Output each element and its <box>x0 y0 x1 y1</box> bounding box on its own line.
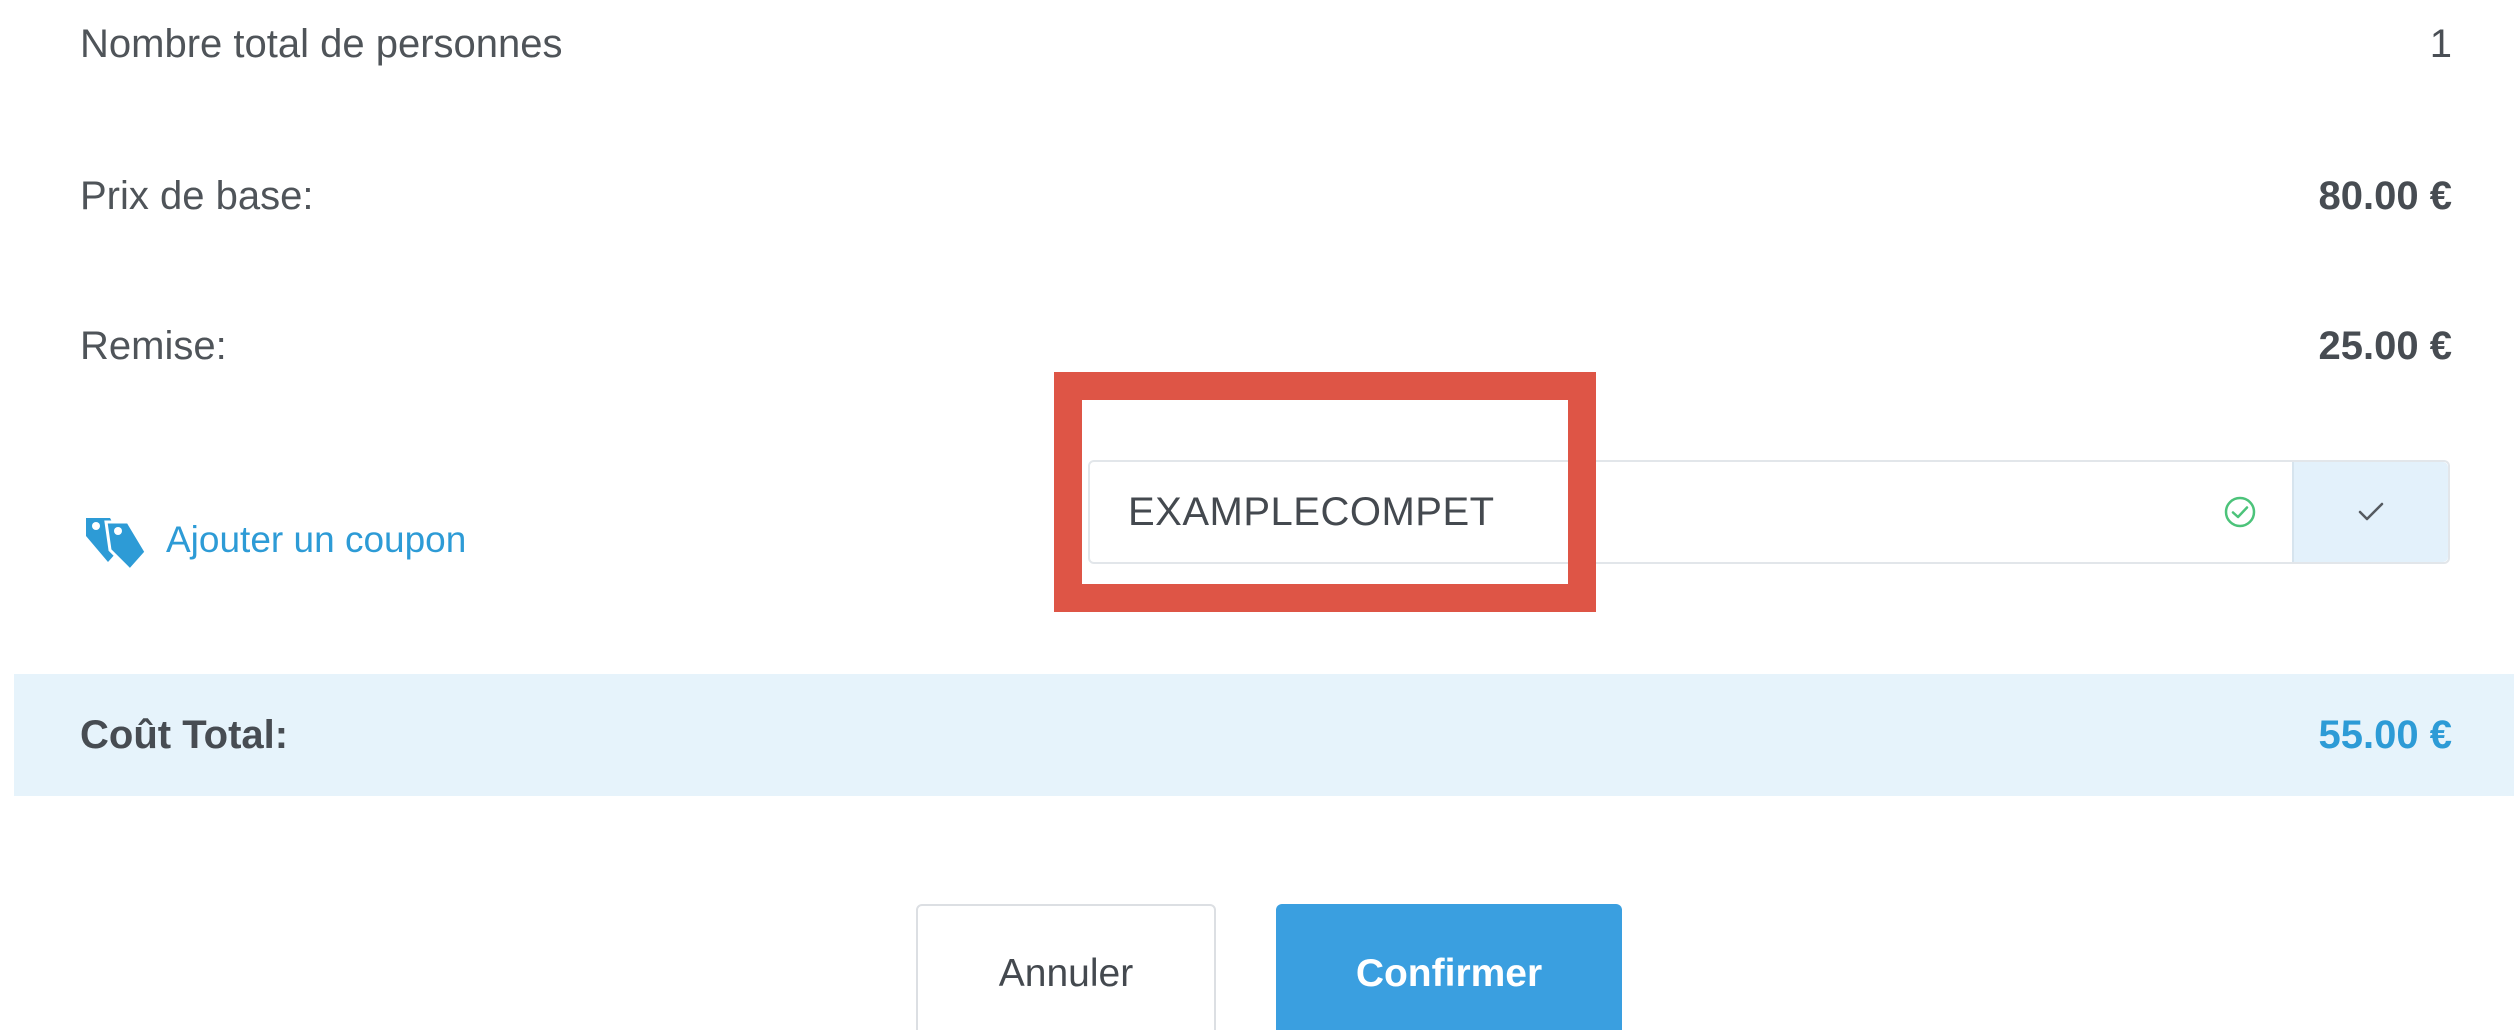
add-coupon-label: Ajouter un coupon <box>166 519 467 560</box>
coupon-tags-icon <box>80 504 152 576</box>
persons-label: Nombre total de personnes <box>80 21 563 66</box>
discount-value: 25.00 € <box>2318 323 2452 368</box>
check-circle-icon <box>2188 462 2292 562</box>
coupon-field <box>1088 460 2450 564</box>
booking-summary: Nombre total de personnes 1 Prix de base… <box>0 0 2514 1030</box>
cancel-button[interactable]: Annuler <box>916 904 1216 1030</box>
base-price-label: Prix de base: <box>80 173 314 218</box>
total-cost-bar: Coût Total: 55.00 € <box>14 674 2514 796</box>
discount-label: Remise: <box>80 323 227 368</box>
base-price-row: Prix de base: 80.00 € <box>80 168 2452 224</box>
apply-coupon-button[interactable] <box>2292 462 2448 562</box>
total-cost-label: Coût Total: <box>80 712 289 757</box>
discount-row: Remise: 25.00 € <box>80 318 2452 374</box>
checkmark-icon <box>2358 502 2384 521</box>
persons-row: Nombre total de personnes 1 <box>80 16 2452 72</box>
coupon-input[interactable] <box>1090 462 2188 562</box>
add-coupon-link[interactable]: Ajouter un coupon <box>80 504 466 576</box>
total-cost-value: 55.00 € <box>2318 712 2452 757</box>
persons-value: 1 <box>2429 21 2452 66</box>
base-price-value: 80.00 € <box>2318 173 2452 218</box>
confirm-button[interactable]: Confirmer <box>1276 904 1622 1030</box>
